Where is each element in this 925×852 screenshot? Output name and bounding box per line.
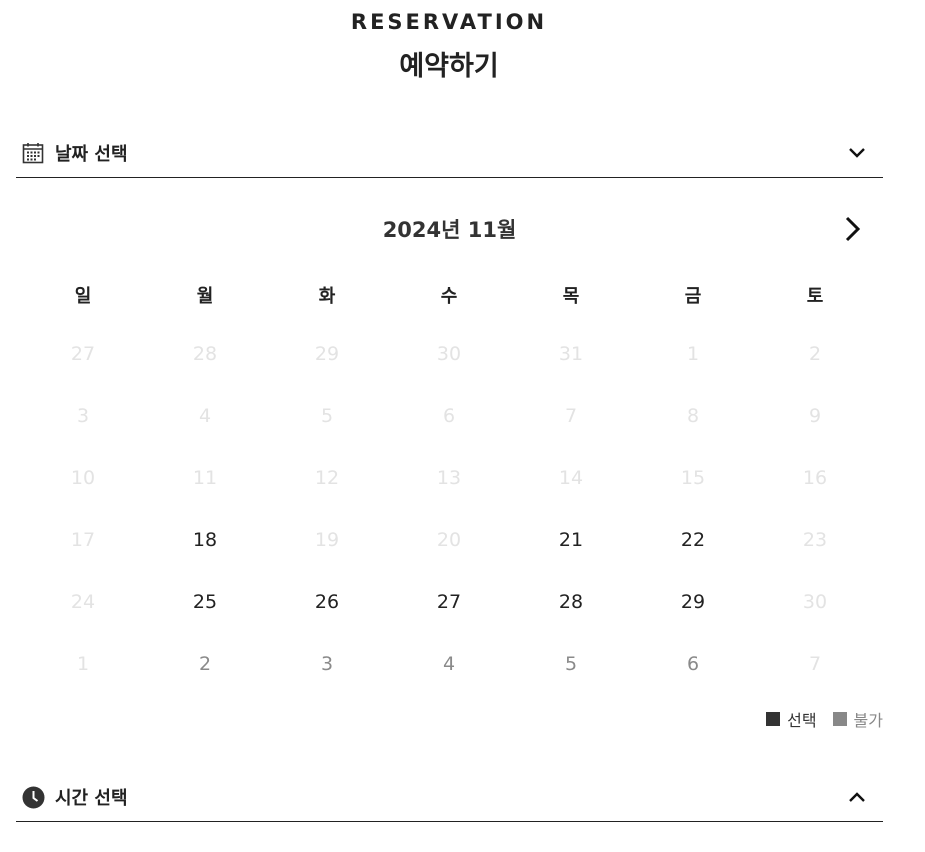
calendar-day: 3: [76, 405, 90, 427]
calendar-day: 4: [198, 405, 212, 427]
calendar-day: 2: [808, 343, 822, 365]
chevron-right-icon[interactable]: [837, 214, 867, 244]
calendar-day: 11: [192, 467, 218, 489]
calendar-day: 6: [442, 405, 456, 427]
calendar-day: 10: [70, 467, 96, 489]
date-section-header[interactable]: 날짜 선택: [16, 129, 883, 178]
calendar-day: 20: [436, 529, 462, 551]
calendar-day: 24: [70, 591, 96, 613]
weekday-header: 일 월 화 수 목 금 토: [22, 282, 877, 312]
calendar-day: 28: [192, 343, 218, 365]
calendar-day: 9: [808, 405, 822, 427]
month-navigator: 2024년 11월: [16, 210, 883, 250]
legend-selected-swatch: [766, 712, 781, 726]
weekday-mon: 월: [196, 286, 214, 307]
calendar-day: 7: [564, 405, 578, 427]
calendar-day: 15: [680, 467, 706, 489]
calendar-day[interactable]: 26: [266, 586, 388, 620]
calendar-day[interactable]: 27: [388, 586, 510, 620]
calendar-day: 5: [320, 405, 334, 427]
calendar-day: 30: [802, 591, 828, 613]
brand-heading: RESERVATION: [350, 10, 548, 34]
calendar-day: 1: [76, 653, 90, 675]
legend-selected: 선택: [766, 707, 817, 731]
weekday-sat: 토: [806, 286, 824, 307]
month-label: 2024년 11월: [382, 218, 517, 242]
clock-icon: [21, 785, 45, 809]
calendar-day[interactable]: 29: [632, 586, 754, 620]
calendar-day: 5: [564, 653, 578, 675]
calendar-day: 8: [686, 405, 700, 427]
calendar-day: 6: [686, 653, 700, 675]
calendar-grid: 27 28 29 30 31 1 2 3 4 5 6 7 8 9 10 11 12 13 14 15 16 17 18 19 2…: [22, 338, 877, 710]
legend-unavailable-swatch: [832, 712, 847, 726]
calendar-day: 31: [558, 343, 584, 365]
weekday-sun: 일: [74, 286, 92, 307]
calendar-icon: [21, 141, 45, 165]
calendar-day: 12: [314, 467, 340, 489]
legend-unavailable: 불가: [832, 707, 883, 731]
calendar-day: 27: [70, 343, 96, 365]
page-title: 예약하기: [399, 51, 499, 82]
calendar-day: 2: [198, 653, 212, 675]
calendar-legend: 선택 불가: [750, 707, 883, 731]
weekday-wed: 수: [440, 286, 458, 307]
calendar-day: 1: [686, 343, 700, 365]
calendar-day: 29: [314, 343, 340, 365]
calendar-day: 23: [802, 529, 828, 551]
calendar-day[interactable]: 28: [510, 586, 632, 620]
calendar-day[interactable]: 18: [144, 524, 266, 558]
calendar-day: 7: [808, 653, 822, 675]
calendar-day: 16: [802, 467, 828, 489]
calendar-day[interactable]: 25: [144, 586, 266, 620]
calendar-day: 4: [442, 653, 456, 675]
legend-unavailable-label: 불가: [853, 711, 883, 730]
chevron-up-icon[interactable]: [845, 785, 869, 809]
weekday-tue: 화: [318, 286, 336, 307]
chevron-down-icon[interactable]: [845, 141, 869, 165]
legend-selected-label: 선택: [787, 711, 817, 730]
calendar-day: 3: [320, 653, 334, 675]
calendar-day: 13: [436, 467, 462, 489]
time-section-label: 시간 선택: [55, 788, 128, 809]
time-section-header[interactable]: 시간 선택: [16, 773, 883, 822]
date-section-label: 날짜 선택: [55, 144, 128, 165]
calendar-day[interactable]: 21: [510, 524, 632, 558]
calendar-day: 19: [314, 529, 340, 551]
calendar-day[interactable]: 22: [632, 524, 754, 558]
calendar-day: 17: [70, 529, 96, 551]
calendar-day: 30: [436, 343, 462, 365]
weekday-fri: 금: [684, 286, 702, 307]
calendar-day: 14: [558, 467, 584, 489]
weekday-thu: 목: [562, 286, 580, 307]
